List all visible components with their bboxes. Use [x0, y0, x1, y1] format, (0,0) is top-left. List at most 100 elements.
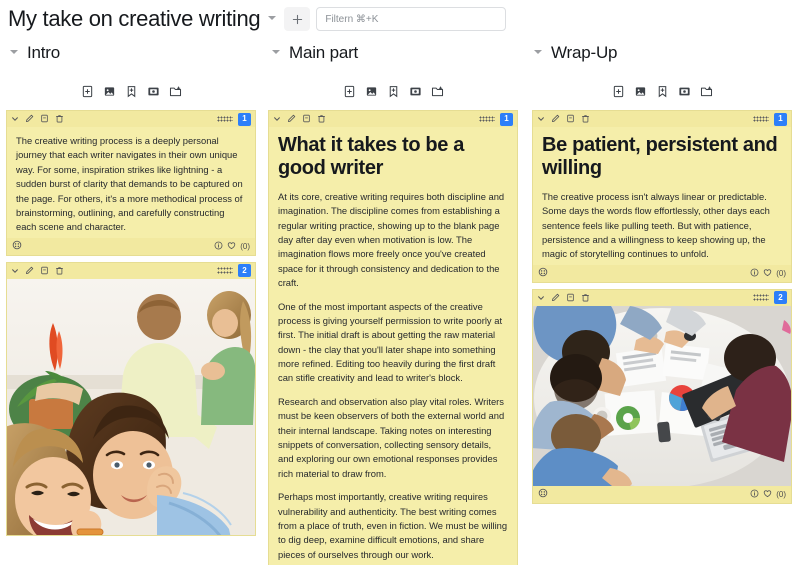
like-count: (0)	[776, 268, 786, 278]
collapse-card-button[interactable]	[11, 263, 19, 280]
drag-handle[interactable]	[217, 115, 233, 123]
duplicate-card-button[interactable]	[302, 111, 311, 128]
card-badge: 1	[238, 112, 251, 126]
team-meeting-photo	[533, 305, 791, 486]
heart-icon[interactable]	[763, 264, 772, 282]
duplicate-card-button[interactable]	[40, 111, 49, 128]
bookmark-plus-icon[interactable]	[656, 85, 669, 98]
heart-icon[interactable]	[227, 237, 236, 255]
drag-handle[interactable]	[753, 294, 769, 302]
note-plus-icon[interactable]	[343, 85, 356, 98]
delete-card-button[interactable]	[317, 111, 326, 128]
image-plus-icon[interactable]	[365, 85, 378, 98]
app-root: My take on creative writing Intro	[0, 0, 800, 565]
palette-icon[interactable]	[538, 485, 548, 503]
duplicate-card-button[interactable]	[566, 111, 575, 128]
card-paragraph: The creative writing process is a deeply…	[16, 135, 243, 233]
column-toolbar-main-part	[262, 76, 524, 106]
column-title: Main part	[289, 43, 359, 62]
edit-card-button[interactable]	[25, 111, 34, 128]
info-icon[interactable]	[214, 237, 223, 255]
column-cards-wrap-up: 1 Be patient, persistent and willing The…	[524, 106, 800, 504]
info-icon[interactable]	[750, 485, 759, 503]
card-paragraph: One of the most important aspects of the…	[278, 300, 503, 384]
like-count: (0)	[240, 241, 250, 251]
bookmark-plus-icon[interactable]	[387, 85, 400, 98]
card-paragraph: Perhaps most importantly, creative writi…	[278, 491, 508, 560]
delete-card-button[interactable]	[55, 263, 64, 280]
column-header-main-part: Main part	[262, 38, 524, 68]
column-main-part: Main part 1 What it takes to be a good w…	[262, 36, 524, 565]
collapse-card-button[interactable]	[273, 111, 281, 128]
column-cards-intro: 1 The creative writing process is a deep…	[0, 106, 262, 536]
column-cards-main-part: 1 What it takes to be a good writer At i…	[262, 106, 524, 565]
folder-plus-icon[interactable]	[700, 85, 713, 98]
card[interactable]: 2	[6, 261, 256, 536]
card-image	[7, 278, 255, 535]
drag-handle[interactable]	[753, 115, 769, 123]
heart-icon[interactable]	[763, 485, 772, 503]
card-body: What it takes to be a good writer At its…	[269, 127, 517, 565]
like-count: (0)	[776, 489, 786, 499]
column-chevron-down-icon[interactable]	[270, 47, 282, 59]
info-icon[interactable]	[750, 264, 759, 282]
drag-handle[interactable]	[479, 115, 495, 123]
palette-icon[interactable]	[538, 264, 548, 282]
palette-icon[interactable]	[12, 237, 22, 255]
card[interactable]: 1 What it takes to be a good writer At i…	[268, 110, 518, 565]
card-header: 2	[533, 289, 791, 307]
card-paragraph: Research and observation also play vital…	[278, 395, 505, 479]
card-heading: Be patient, persistent and willing	[542, 134, 778, 180]
column-header-intro: Intro	[0, 38, 262, 68]
search-input[interactable]	[325, 13, 498, 25]
card-body: The creative writing process is a deeply…	[7, 127, 255, 238]
column-chevron-down-icon[interactable]	[8, 47, 20, 59]
edit-card-button[interactable]	[287, 111, 296, 128]
duplicate-card-button[interactable]	[566, 290, 575, 307]
media-plus-icon[interactable]	[147, 85, 160, 98]
card-badge: 1	[500, 112, 513, 126]
collapse-card-button[interactable]	[537, 290, 545, 307]
collapse-card-button[interactable]	[11, 111, 19, 128]
image-plus-icon[interactable]	[634, 85, 647, 98]
image-plus-icon[interactable]	[103, 85, 116, 98]
add-column-button[interactable]	[284, 7, 311, 31]
delete-card-button[interactable]	[581, 111, 590, 128]
card[interactable]: 1 Be patient, persistent and willing The…	[532, 110, 792, 283]
column-header-wrap-up: Wrap-Up	[524, 38, 800, 68]
duplicate-card-button[interactable]	[40, 263, 49, 280]
media-plus-icon[interactable]	[678, 85, 691, 98]
column-toolbar-wrap-up	[524, 76, 800, 106]
card-paragraph: At its core, creative writing requires b…	[278, 190, 505, 289]
column-title: Intro	[27, 43, 61, 62]
filter-search-box[interactable]	[316, 7, 507, 31]
edit-card-button[interactable]	[25, 263, 34, 280]
note-plus-icon[interactable]	[81, 85, 94, 98]
card-footer: (0)	[7, 237, 255, 255]
card[interactable]: 2	[532, 288, 792, 504]
bookmark-plus-icon[interactable]	[125, 85, 138, 98]
delete-card-button[interactable]	[55, 111, 64, 128]
card-header: 1	[533, 111, 791, 127]
family-photo	[7, 278, 255, 535]
delete-card-button[interactable]	[581, 290, 590, 307]
media-plus-icon[interactable]	[409, 85, 422, 98]
folder-plus-icon[interactable]	[169, 85, 182, 98]
card[interactable]: 1 The creative writing process is a deep…	[6, 110, 256, 256]
top-bar: My take on creative writing	[0, 0, 800, 36]
card-badge: 2	[774, 291, 787, 305]
card-badge: 1	[774, 112, 787, 126]
folder-plus-icon[interactable]	[431, 85, 444, 98]
edit-card-button[interactable]	[551, 111, 560, 128]
column-toolbar-intro	[0, 76, 262, 106]
note-plus-icon[interactable]	[612, 85, 625, 98]
column-wrap-up: Wrap-Up 1 Be patient, persistent and wil…	[524, 36, 800, 565]
column-chevron-down-icon[interactable]	[532, 47, 544, 59]
card-footer: (0)	[533, 264, 791, 282]
column-intro: Intro 1 The creative writing process is …	[0, 36, 262, 565]
drag-handle[interactable]	[217, 267, 233, 275]
title-chevron-down-icon[interactable]	[266, 13, 278, 25]
edit-card-button[interactable]	[551, 290, 560, 307]
board: Intro 1 The creative writing process is …	[0, 36, 800, 565]
collapse-card-button[interactable]	[537, 111, 545, 128]
